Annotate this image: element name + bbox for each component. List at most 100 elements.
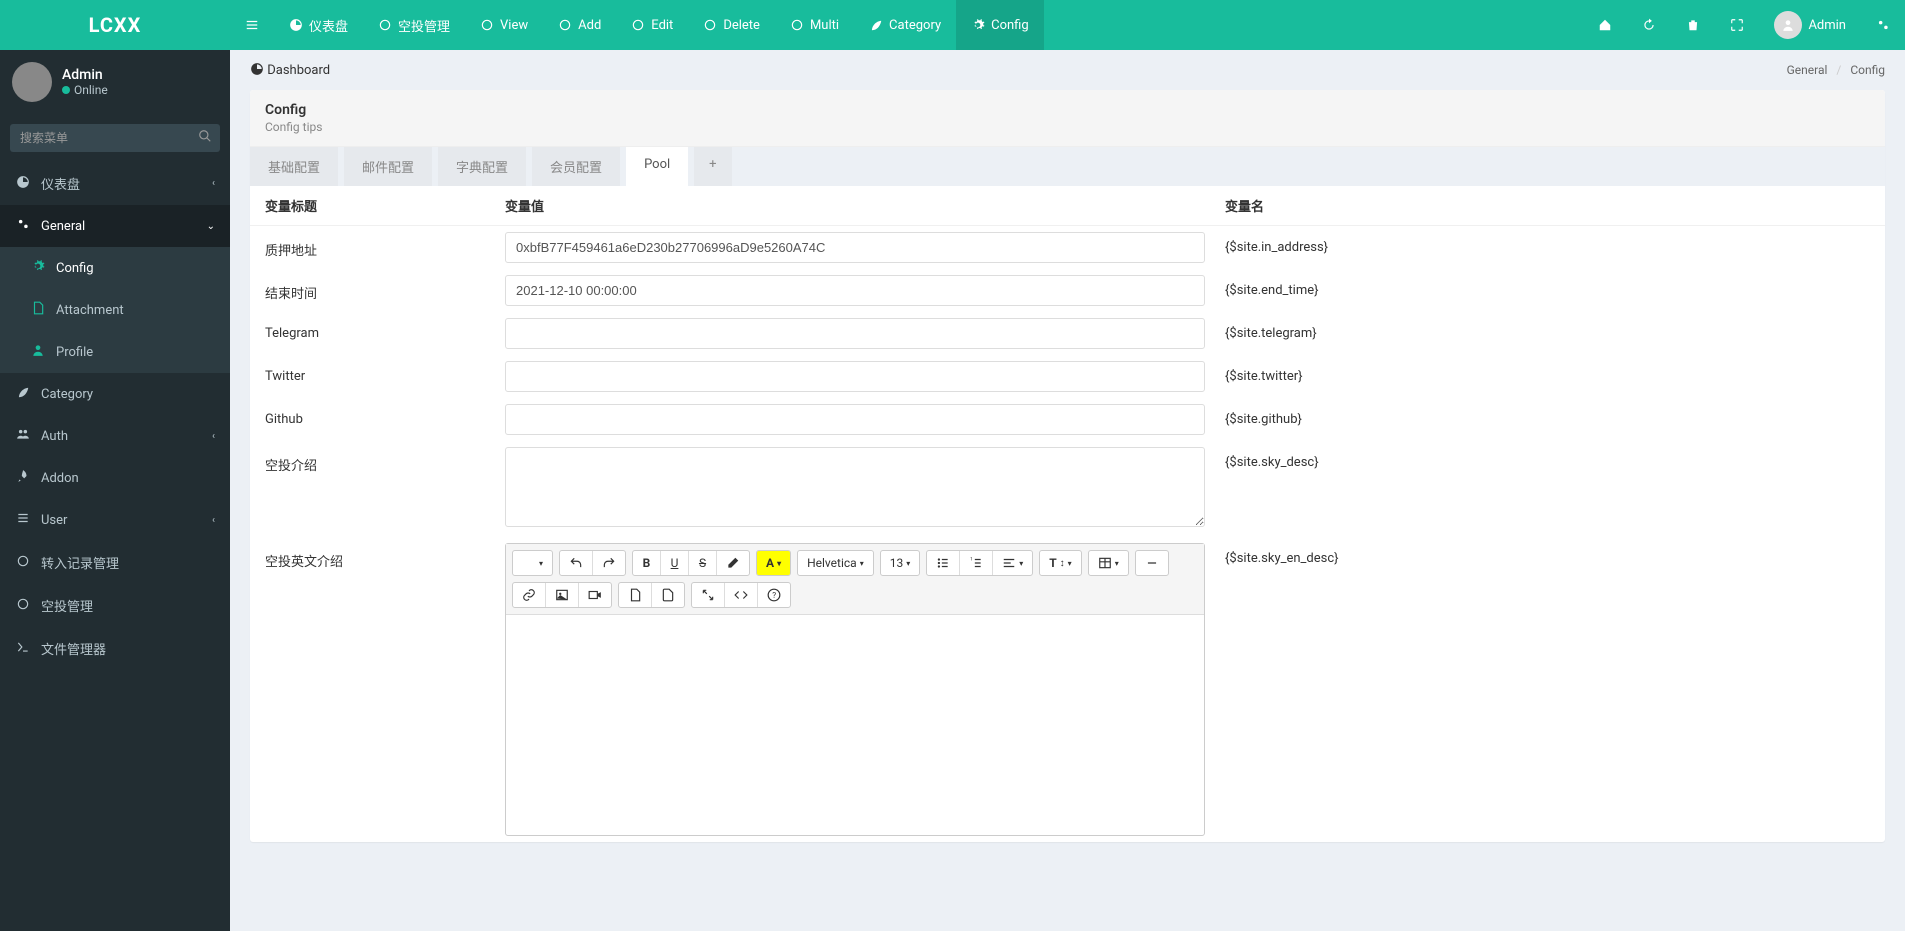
sidebar-item-Category[interactable]: Category: [0, 373, 230, 415]
sidebar-sub-Config[interactable]: Config: [0, 247, 230, 289]
sidebar-user-status: Online: [62, 83, 108, 97]
sidebar-sub-Attachment[interactable]: Attachment: [0, 289, 230, 331]
search-button[interactable]: [198, 129, 212, 147]
editor-font-button[interactable]: Helvetica▾: [798, 551, 873, 575]
nav-dashboard[interactable]: 仪表盘: [274, 0, 363, 50]
nav-right: Admin: [1583, 0, 1905, 50]
editor-image-button[interactable]: [546, 583, 579, 607]
editor-color-button[interactable]: A▾: [757, 551, 790, 575]
sidebar-item-label: Auth: [41, 429, 68, 444]
nav-delete[interactable]: Delete: [688, 0, 775, 50]
sidebar-item-转入记录管理[interactable]: 转入记录管理: [0, 541, 230, 584]
user-panel: Admin Online: [0, 50, 230, 114]
input-1[interactable]: [505, 275, 1205, 306]
sidebar-item-文件管理器[interactable]: 文件管理器: [0, 627, 230, 670]
textarea-5[interactable]: [505, 447, 1205, 527]
input-0[interactable]: [505, 232, 1205, 263]
rich-editor: ▾ BUS A▾ Helvetica▾ 13▾ ▾ T↕▾ ▾: [505, 543, 1205, 836]
editor-area[interactable]: [506, 615, 1204, 835]
sidebar-sub-Profile[interactable]: Profile: [0, 331, 230, 373]
editor-ul-button[interactable]: [927, 551, 960, 575]
editor-attach-button[interactable]: [652, 583, 684, 607]
editor-underline-button[interactable]: U: [661, 551, 689, 575]
nav-add[interactable]: Add: [543, 0, 616, 50]
fullscreen-button[interactable]: [1715, 0, 1759, 50]
input-4[interactable]: [505, 404, 1205, 435]
nav-airdrop[interactable]: 空投管理: [363, 0, 465, 50]
ol-icon: [969, 556, 983, 570]
cogs-icon: [15, 217, 31, 235]
nav-category[interactable]: Category: [854, 0, 956, 50]
field-variable: {$site.sky_en_desc}: [1205, 543, 1870, 566]
editor-video-button[interactable]: [579, 583, 611, 607]
editor-bold-button[interactable]: B: [633, 551, 661, 575]
field-label: Twitter: [265, 361, 505, 384]
form-body: 变量标题 变量值 变量名 质押地址{$site.in_address}结束时间{…: [250, 186, 1885, 842]
attach-icon: [661, 588, 675, 602]
editor-redo-button[interactable]: [593, 551, 625, 575]
sidebar-item-label: 文件管理器: [41, 639, 106, 658]
sidebar-item-General[interactable]: General⌄: [0, 205, 230, 247]
field-label: 结束时间: [265, 275, 505, 302]
sidebar-item-仪表盘[interactable]: 仪表盘‹: [0, 162, 230, 205]
clear-cache-button[interactable]: [1671, 0, 1715, 50]
dashboard-icon: [289, 18, 303, 32]
sidebar-item-空投管理[interactable]: 空投管理: [0, 584, 230, 627]
editor-code-button[interactable]: [725, 583, 758, 607]
editor-style-button[interactable]: ▾: [513, 551, 552, 575]
sidebar-item-Auth[interactable]: Auth‹: [0, 415, 230, 457]
editor-size-button[interactable]: 13▾: [881, 551, 920, 575]
home-button[interactable]: [1583, 0, 1627, 50]
editor-hr-button[interactable]: [1136, 551, 1168, 575]
editor-eraser-button[interactable]: [717, 551, 749, 575]
breadcrumb-left[interactable]: Dashboard: [250, 62, 330, 78]
panel-header: Config Config tips: [250, 90, 1885, 147]
field-variable: {$site.twitter}: [1205, 361, 1870, 384]
form-row: Github{$site.github}: [250, 398, 1885, 441]
input-3[interactable]: [505, 361, 1205, 392]
nav-multi[interactable]: Multi: [775, 0, 854, 50]
editor-ol-button[interactable]: [960, 551, 993, 575]
editor-fullscreen-button[interactable]: [692, 583, 725, 607]
sidebar-item-User[interactable]: User‹: [0, 499, 230, 541]
editor-help-button[interactable]: [758, 583, 790, 607]
editor-strike-button[interactable]: S: [689, 551, 717, 575]
content: Config Config tips 基础配置邮件配置字典配置会员配置Pool+…: [230, 90, 1905, 862]
nav-view[interactable]: View: [465, 0, 543, 50]
form-row: 结束时间{$site.end_time}: [250, 269, 1885, 312]
settings-button[interactable]: [1861, 0, 1905, 50]
trash-icon: [1686, 18, 1700, 32]
tab-会员配置[interactable]: 会员配置: [532, 147, 620, 186]
editor-align-button[interactable]: ▾: [993, 551, 1032, 575]
tab-邮件配置[interactable]: 邮件配置: [344, 147, 432, 186]
refresh-button[interactable]: [1627, 0, 1671, 50]
input-2[interactable]: [505, 318, 1205, 349]
field-variable: {$site.sky_desc}: [1205, 447, 1870, 470]
field-variable: {$site.github}: [1205, 404, 1870, 427]
editor-link-button[interactable]: [513, 583, 546, 607]
nav-edit[interactable]: Edit: [616, 0, 688, 50]
circle-icon: [15, 554, 31, 572]
tab-add[interactable]: +: [694, 147, 731, 186]
editor-table-button[interactable]: ▾: [1089, 551, 1128, 575]
group-icon: [15, 427, 31, 445]
help-icon: [767, 588, 781, 602]
chevron-icon: ⌄: [207, 221, 215, 232]
editor-undo-button[interactable]: [560, 551, 593, 575]
content-header: Dashboard General / Config: [230, 50, 1905, 90]
expand-icon: [1730, 18, 1744, 32]
nav-config[interactable]: Config: [956, 0, 1044, 50]
tab-基础配置[interactable]: 基础配置: [250, 147, 338, 186]
user-menu[interactable]: Admin: [1759, 0, 1861, 50]
field-label: 质押地址: [265, 232, 505, 259]
brand-logo[interactable]: LCXX: [0, 0, 230, 50]
sidebar-toggle[interactable]: [230, 0, 274, 50]
search-input[interactable]: [10, 124, 220, 152]
tab-字典配置[interactable]: 字典配置: [438, 147, 526, 186]
tab-Pool[interactable]: Pool: [626, 147, 688, 186]
editor-file-button[interactable]: [619, 583, 652, 607]
sidebar-item-Addon[interactable]: Addon: [0, 457, 230, 499]
editor-height-button[interactable]: T↕▾: [1040, 551, 1080, 575]
sidebar-item-label: Attachment: [56, 303, 124, 318]
crumb-general[interactable]: General: [1787, 63, 1828, 77]
